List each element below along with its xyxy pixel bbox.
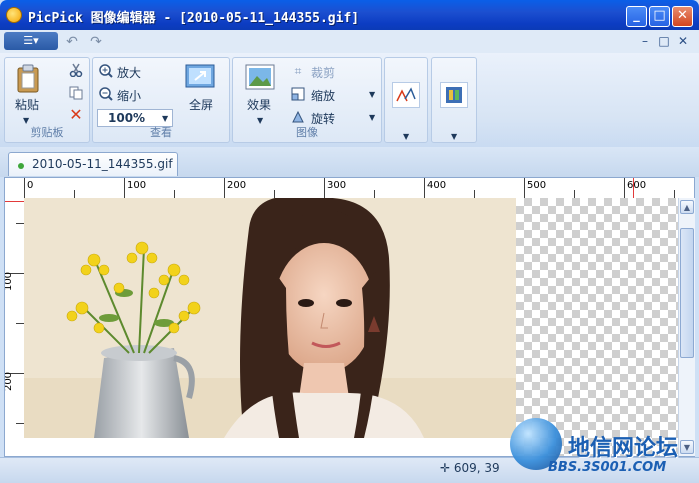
clipboard-group: 粘贴 ▼ ✕ 剪贴板	[4, 57, 90, 143]
crop-button[interactable]: 裁剪	[311, 64, 335, 81]
h-ruler-label: 200	[227, 180, 247, 191]
canvas-margin	[24, 438, 516, 456]
ribbon: 粘贴 ▼ ✕ 剪贴板 放大 缩小 100% ▼ 全屏 查看 效果 ▼ ⌗ 裁剪 …	[0, 53, 699, 148]
undo-icon[interactable]: ↶	[64, 34, 80, 50]
color-tools-dropdown-arrow[interactable]: ▼	[451, 132, 457, 141]
photo-image[interactable]	[24, 198, 516, 438]
doc-close-button[interactable]: ✕	[676, 34, 690, 48]
copy-icon[interactable]	[69, 86, 83, 100]
h-ruler-label: 500	[527, 180, 547, 191]
zoom-in-button[interactable]: 放大	[117, 64, 141, 81]
watermark-name: 地信网论坛	[568, 436, 679, 461]
color-tools-icon[interactable]	[440, 82, 468, 108]
document-tab-label[interactable]: 2010-05-11_144355.gif	[32, 157, 173, 171]
h-ruler-label: 100	[127, 180, 147, 191]
scroll-up-arrow-icon[interactable]: ▲	[680, 200, 694, 214]
zoom-out-icon[interactable]	[99, 87, 113, 101]
quick-access-toolbar	[0, 30, 699, 54]
text-tools-icon[interactable]	[392, 82, 420, 108]
crop-icon[interactable]: ⌗	[291, 64, 305, 78]
resize-icon[interactable]	[291, 87, 305, 101]
v-ruler-cursor-marker	[5, 201, 24, 202]
effects-icon[interactable]	[245, 64, 275, 92]
text-tools-dropdown-arrow[interactable]: ▼	[403, 132, 409, 141]
paste-button[interactable]: 粘贴	[15, 96, 39, 113]
paste-icon[interactable]	[15, 64, 41, 94]
horizontal-ruler: 0 100 200 300 400 500 600	[24, 178, 678, 199]
doc-restore-button[interactable]: □	[657, 34, 671, 48]
view-group-label: 查看	[150, 126, 172, 139]
clipboard-group-label: 剪贴板	[30, 126, 64, 139]
coordinates-value: 609, 39	[453, 461, 500, 475]
rotate-icon[interactable]	[291, 110, 305, 124]
redo-icon[interactable]: ↷	[88, 34, 104, 50]
picpick-app-icon[interactable]	[6, 7, 22, 23]
maximize-button[interactable]: □	[649, 6, 670, 27]
cursor-coordinates: ✛ 609, 39	[440, 461, 500, 475]
tab-status-icon	[18, 163, 24, 169]
image-canvas[interactable]	[24, 198, 678, 456]
app-menu-button[interactable]: ☰▾	[4, 32, 58, 50]
vertical-ruler: 100 200	[5, 198, 25, 456]
crosshair-icon: ✛	[440, 461, 451, 475]
effects-button[interactable]: 效果	[247, 96, 271, 113]
zoom-in-icon[interactable]	[99, 64, 113, 78]
chevron-down-icon: ▼	[162, 114, 169, 123]
v-ruler-label: 100	[5, 271, 15, 292]
zoom-value: 100%	[108, 111, 146, 125]
delete-icon[interactable]: ✕	[69, 107, 83, 123]
doc-minimize-button[interactable]: –	[638, 34, 652, 48]
ruler-corner	[5, 178, 24, 198]
transparent-canvas-region[interactable]	[516, 198, 678, 456]
v-ruler-label: 200	[5, 371, 15, 392]
text-tools-group[interactable]: ▼	[384, 57, 428, 143]
image-group-label: 图像	[296, 126, 318, 139]
window-title: PicPick 图像编辑器 - [2010-05-11_144355.gif]	[28, 11, 360, 26]
cut-icon[interactable]	[69, 63, 83, 78]
resize-dropdown-arrow[interactable]: ▼	[369, 90, 375, 99]
h-ruler-label: 300	[327, 180, 347, 191]
fullscreen-icon[interactable]	[185, 64, 215, 90]
color-tools-group[interactable]: ▼	[431, 57, 477, 143]
scroll-down-arrow-icon[interactable]: ▼	[680, 440, 694, 454]
rotate-dropdown-arrow[interactable]: ▼	[369, 113, 375, 122]
minimize-button[interactable]: _	[626, 6, 647, 27]
fullscreen-button[interactable]: 全屏	[189, 96, 213, 113]
h-ruler-label: 0	[27, 180, 34, 191]
image-group: 效果 ▼ ⌗ 裁剪 缩放 ▼ 旋转 ▼ 图像	[232, 57, 382, 143]
zoom-out-button[interactable]: 缩小	[117, 87, 141, 104]
close-button[interactable]: ✕	[672, 6, 693, 27]
resize-button[interactable]: 缩放	[311, 87, 335, 104]
view-group: 放大 缩小 100% ▼ 全屏 查看	[92, 57, 230, 143]
h-ruler-label: 600	[627, 180, 647, 191]
watermark-url: BBS.3S001.COM	[548, 460, 667, 475]
scrollbar-thumb[interactable]	[680, 228, 694, 358]
h-ruler-cursor-marker	[633, 178, 634, 198]
h-ruler-label: 400	[427, 180, 447, 191]
vertical-scrollbar[interactable]: ▲ ▼	[678, 198, 695, 456]
